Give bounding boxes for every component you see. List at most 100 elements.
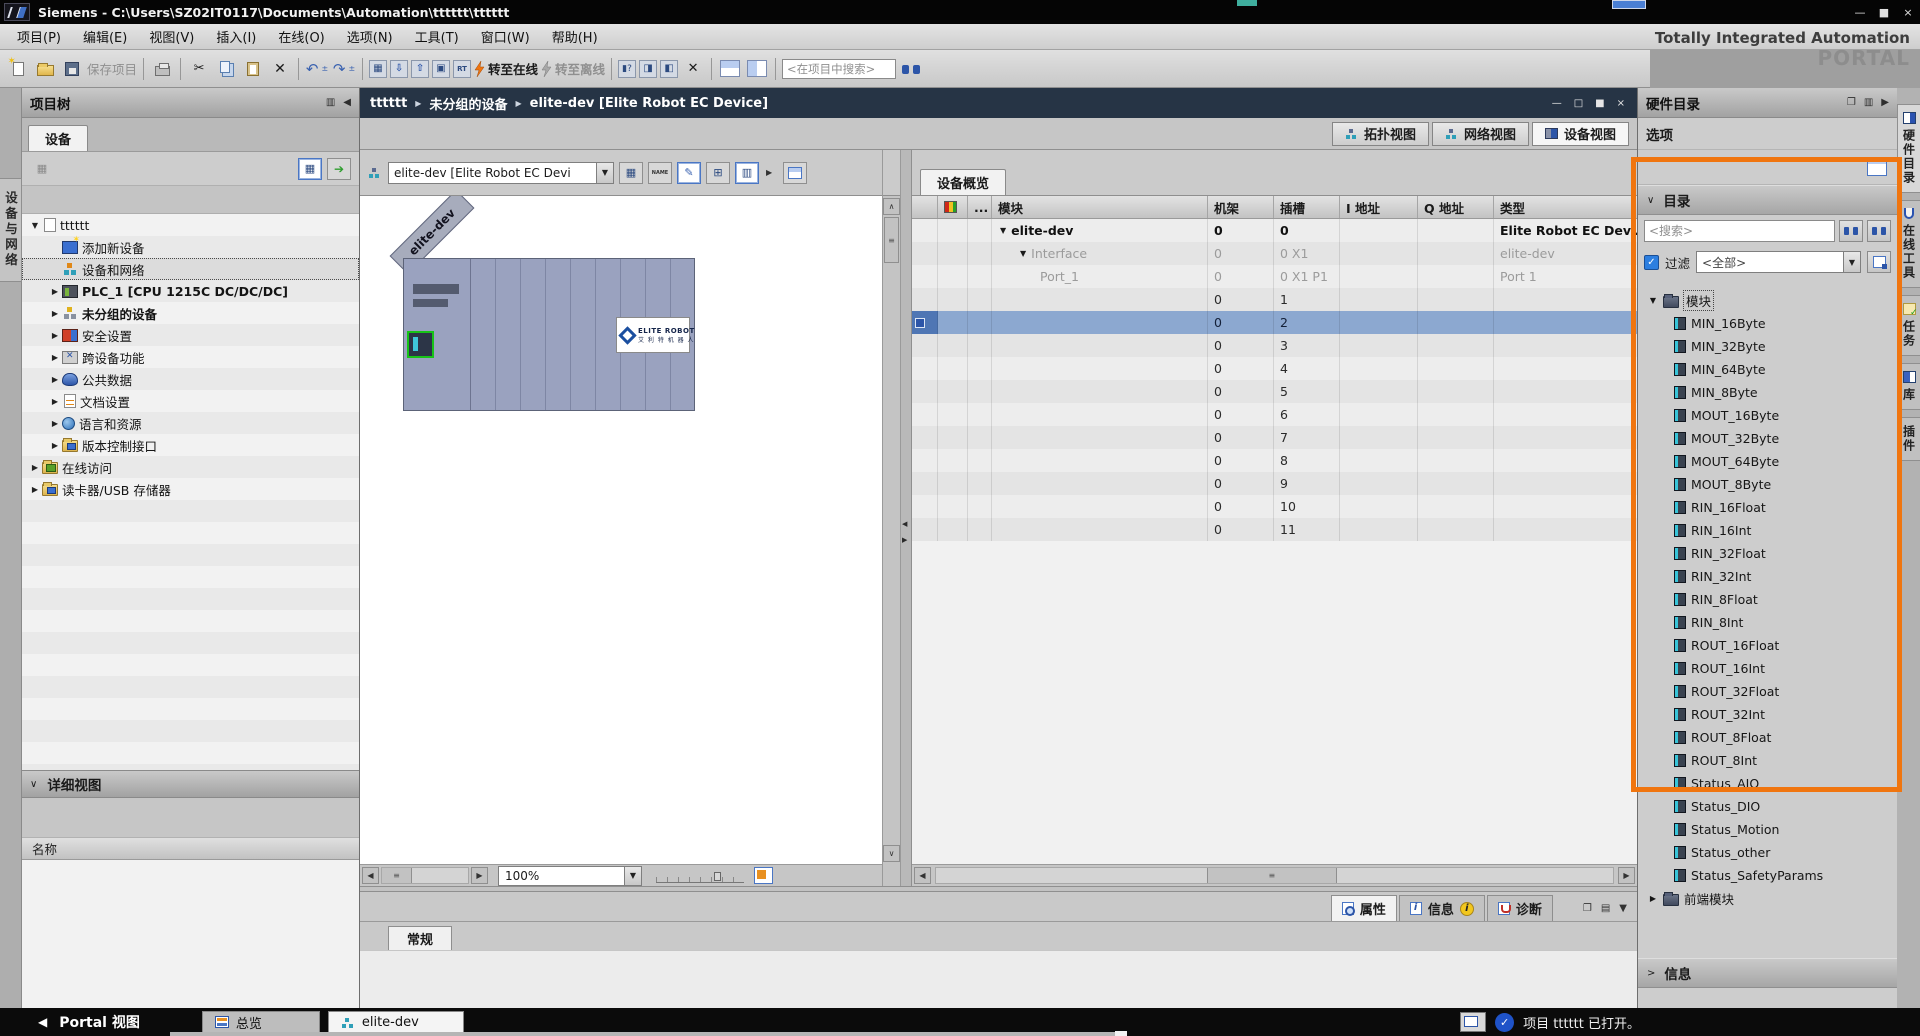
table-horizontal-scrollbar[interactable]: ◀ ≡ ▶ <box>912 864 1637 886</box>
rack-cell[interactable]: 0 <box>1208 472 1274 495</box>
catalog-module-MOUT_8Byte[interactable]: MOUT_8Byte <box>1638 473 1897 496</box>
row-handle[interactable] <box>912 311 938 334</box>
type-cell[interactable]: elite-dev <box>1494 242 1637 265</box>
type-cell[interactable] <box>1494 449 1637 472</box>
q-address-cell[interactable] <box>1418 334 1494 357</box>
slot-cell[interactable]: 10 <box>1274 495 1340 518</box>
menu-item-5[interactable]: 选项(N) <box>336 24 404 49</box>
q-address-cell[interactable] <box>1418 288 1494 311</box>
table-row[interactable]: 06 <box>912 403 1637 426</box>
row-handle[interactable] <box>912 242 938 265</box>
catalog-module-MOUT_16Byte[interactable]: MOUT_16Byte <box>1638 404 1897 427</box>
catalog-section-header[interactable]: ∨ 目录 <box>1638 185 1897 215</box>
device-slot-area[interactable]: ELITE ROBOT 艾 利 特 机 器 人 <box>471 259 694 410</box>
filter-checkbox[interactable]: ✓ <box>1644 255 1659 270</box>
row-handle[interactable] <box>912 403 938 426</box>
rack-cell[interactable]: 0 <box>1208 518 1274 541</box>
i-address-cell[interactable] <box>1340 311 1418 334</box>
expand-panel-icon[interactable]: ▶ <box>1881 97 1889 108</box>
save-project-button[interactable] <box>60 56 84 82</box>
type-cell[interactable] <box>1494 357 1637 380</box>
view-tab-2[interactable]: 设备视图 <box>1532 122 1629 146</box>
show-editor-button[interactable]: ◨ <box>639 60 657 78</box>
scroll-right-icon[interactable]: ▶ <box>471 867 488 884</box>
split-vertical-button[interactable] <box>745 56 769 82</box>
side-tab-0[interactable]: 硬件目录 <box>1897 104 1920 193</box>
q-address-cell[interactable] <box>1418 265 1494 288</box>
edit-profile-button[interactable] <box>1867 251 1891 273</box>
expander-icon[interactable]: ▶ <box>48 441 62 450</box>
device-select-dropdown[interactable]: elite-dev [Elite Robot EC Devi ▼ <box>388 162 614 184</box>
rack-cell[interactable]: 0 <box>1208 495 1274 518</box>
expander-icon[interactable]: ▼ <box>28 221 42 230</box>
expander-icon[interactable]: ▼ <box>1000 226 1006 235</box>
tree-item-cross-device[interactable]: ▶跨设备功能 <box>22 346 359 368</box>
catalog-module-ROUT_32Float[interactable]: ROUT_32Float <box>1638 680 1897 703</box>
selected-module-slot[interactable] <box>407 331 434 358</box>
table-row[interactable]: 011 <box>912 518 1637 541</box>
expander-icon[interactable]: ▼ <box>1020 249 1026 258</box>
catalog-module-ROUT_32Int[interactable]: ROUT_32Int <box>1638 703 1897 726</box>
q-address-cell[interactable] <box>1418 495 1494 518</box>
module-cell[interactable]: ▼elite-dev <box>992 219 1208 242</box>
i-address-cell[interactable] <box>1340 334 1418 357</box>
module-cell[interactable] <box>992 495 1208 518</box>
i-address-cell[interactable] <box>1340 380 1418 403</box>
columns-icon[interactable]: ▥ <box>1864 97 1873 108</box>
fit-to-view-icon[interactable] <box>754 867 773 884</box>
catalog-search-input[interactable] <box>1644 220 1835 242</box>
print-button[interactable] <box>150 56 174 82</box>
show-overview-button[interactable]: ◧ <box>660 60 678 78</box>
row-handle[interactable] <box>912 265 938 288</box>
header-more-column[interactable]: ... <box>968 196 992 218</box>
go-offline-button[interactable]: 转至离线 <box>541 56 605 82</box>
open-project-button[interactable] <box>33 56 57 82</box>
split-horizontal-button[interactable] <box>718 56 742 82</box>
header-type[interactable]: 类型 <box>1494 196 1637 218</box>
view-tab-0[interactable]: 拓扑视图 <box>1332 122 1429 146</box>
expander-icon[interactable]: ▶ <box>28 463 42 472</box>
row-handle[interactable] <box>912 288 938 311</box>
expander-icon[interactable]: ▶ <box>48 419 62 428</box>
list-icon[interactable]: ▤ <box>1601 903 1610 914</box>
tree-item-card-reader[interactable]: ▶读卡器/USB 存储器 <box>22 478 359 500</box>
device-head-module[interactable] <box>404 259 471 410</box>
side-tab-4[interactable]: 插件 <box>1897 417 1920 461</box>
detail-view-header[interactable]: ∨ 详细视图 <box>22 770 359 798</box>
table-row[interactable]: 04 <box>912 357 1637 380</box>
catalog-module-Status_SafetyParams[interactable]: Status_SafetyParams <box>1638 864 1897 887</box>
save-project-label[interactable]: 保存项目 <box>87 59 137 78</box>
table-row[interactable]: 08 <box>912 449 1637 472</box>
upload-from-device-button[interactable]: ⇧ <box>411 60 429 78</box>
inspector-tab-0[interactable]: 属性 <box>1331 895 1397 921</box>
minimize-icon[interactable]: — <box>1848 6 1872 19</box>
editor-close-icon[interactable]: × <box>1617 98 1625 109</box>
rack-cell[interactable]: 0 <box>1208 265 1274 288</box>
slot-cell[interactable]: 2 <box>1274 311 1340 334</box>
row-handle[interactable] <box>912 449 938 472</box>
tab-devices[interactable]: 设备 <box>28 125 88 151</box>
menu-item-1[interactable]: 编辑(E) <box>72 24 138 49</box>
module-cell[interactable] <box>992 311 1208 334</box>
table-row[interactable]: 010 <box>912 495 1637 518</box>
scroll-up-icon[interactable]: ∧ <box>883 198 900 215</box>
expander-icon[interactable]: ▶ <box>48 353 62 362</box>
configure-tree-icon[interactable]: ▦ <box>30 158 54 180</box>
type-cell[interactable]: Port 1 <box>1494 265 1637 288</box>
start-cpu-button[interactable]: ▣ <box>432 60 450 78</box>
compile-button[interactable]: ▦ <box>369 60 387 78</box>
table-row[interactable]: 09 <box>912 472 1637 495</box>
device-taskbar-button[interactable]: elite-dev <box>328 1011 464 1033</box>
cross-reference-button[interactable]: ✕ <box>681 56 705 82</box>
rack-cell[interactable]: 0 <box>1208 311 1274 334</box>
i-address-cell[interactable] <box>1340 426 1418 449</box>
module-cell[interactable] <box>992 449 1208 472</box>
scroll-left-icon[interactable]: ◀ <box>362 867 379 884</box>
rack-cell[interactable]: 0 <box>1208 219 1274 242</box>
i-address-cell[interactable] <box>1340 288 1418 311</box>
editor-minimize-icon[interactable]: — <box>1552 98 1562 109</box>
delete-button[interactable]: ✕ <box>268 56 292 82</box>
expander-icon[interactable]: ▶ <box>48 287 62 296</box>
expander-icon[interactable]: ▶ <box>1648 894 1658 903</box>
table-row[interactable]: 01 <box>912 288 1637 311</box>
